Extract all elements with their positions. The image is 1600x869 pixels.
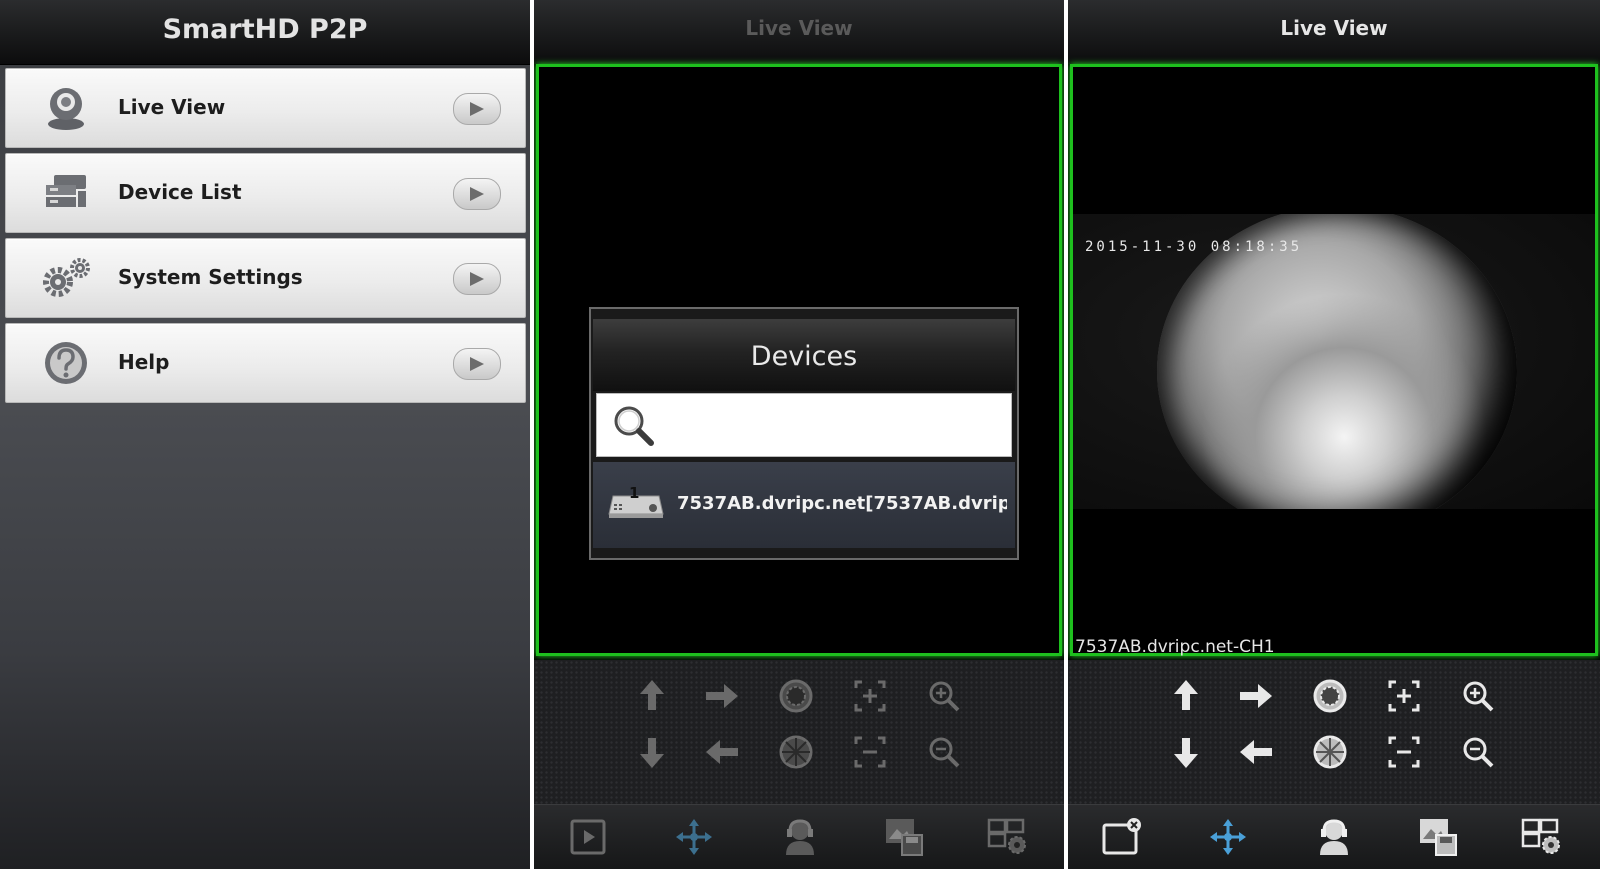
focus-in-icon[interactable] [1384, 676, 1424, 716]
menu-item-label: Device List [118, 180, 242, 204]
dvr-device-icon: 1 [608, 486, 664, 518]
camera-feed[interactable]: 2015-11-30 08:18:35 [1073, 214, 1595, 509]
iris-close-icon[interactable] [776, 732, 816, 772]
focus-out-icon[interactable] [1384, 732, 1424, 772]
webcam-icon [42, 84, 90, 132]
ptz-control-pad [1068, 660, 1600, 805]
zoom-out-icon[interactable] [924, 732, 964, 772]
arrow-left-icon[interactable] [702, 732, 742, 772]
zoom-in-icon[interactable] [1458, 676, 1498, 716]
dialog-header: Devices [593, 319, 1015, 391]
live-view-device-picker-screen: Live View Devices 1 7537AB.dvripc.net[75… [534, 0, 1064, 869]
layout-settings-icon[interactable] [1520, 817, 1564, 857]
menu-item-live-view[interactable]: Live View [5, 68, 526, 148]
main-menu: Live View Device List System Settings He… [5, 68, 526, 408]
screen-title: Live View [745, 16, 853, 40]
arrow-right-icon[interactable] [702, 676, 742, 716]
zoom-in-icon[interactable] [924, 676, 964, 716]
ptz-move-icon[interactable] [672, 817, 716, 857]
fisheye-camera-image [1157, 214, 1517, 509]
talk-icon[interactable] [778, 817, 822, 857]
device-badge: 1 [629, 486, 639, 502]
menu-item-help[interactable]: Help [5, 323, 526, 403]
device-search-input[interactable] [667, 406, 1005, 444]
menu-item-system-settings[interactable]: System Settings [5, 238, 526, 318]
iris-close-icon[interactable] [1310, 732, 1350, 772]
arrow-left-icon[interactable] [1236, 732, 1276, 772]
arrow-down-icon[interactable] [632, 732, 672, 772]
chevron-right-icon [453, 263, 501, 295]
arrow-down-icon[interactable] [1166, 732, 1206, 772]
layout-settings-icon[interactable] [986, 817, 1030, 857]
bottom-toolbar [534, 804, 1064, 869]
ptz-move-icon[interactable] [1206, 817, 1250, 857]
chevron-right-icon [453, 178, 501, 210]
arrow-up-icon[interactable] [632, 676, 672, 716]
help-icon [42, 339, 90, 387]
iris-open-icon[interactable] [776, 676, 816, 716]
bottom-toolbar [1068, 804, 1600, 869]
live-view-stream-screen: Live View 2015-11-30 08:18:35 7537AB.dvr… [1068, 0, 1600, 869]
main-menu-screen: SmartHD P2P Live View Device List System… [0, 0, 530, 869]
talk-icon[interactable] [1312, 817, 1356, 857]
channel-name: 7537AB.dvripc.net-CH1 [1075, 637, 1275, 657]
screen-title: Live View [1280, 16, 1388, 40]
dialog-title: Devices [750, 341, 858, 372]
iris-open-icon[interactable] [1310, 676, 1350, 716]
device-search-box[interactable] [596, 393, 1012, 457]
video-window[interactable]: Devices 1 7537AB.dvripc.net[7537AB.dvrip [536, 64, 1062, 656]
device-name: 7537AB.dvripc.net[7537AB.dvripc.... [677, 493, 1007, 514]
device-list-item[interactable]: 1 7537AB.dvripc.net[7537AB.dvripc.... [593, 462, 1015, 548]
video-timestamp: 2015-11-30 08:18:35 [1085, 239, 1303, 255]
snapshot-icon[interactable] [882, 817, 926, 857]
header-bar: Live View [1068, 0, 1600, 65]
device-list-icon [42, 169, 90, 217]
chevron-right-icon [453, 348, 501, 380]
menu-item-label: Help [118, 350, 170, 374]
zoom-out-icon[interactable] [1458, 732, 1498, 772]
focus-out-icon[interactable] [850, 732, 890, 772]
arrow-right-icon[interactable] [1236, 676, 1276, 716]
header-bar: Live View [534, 0, 1064, 65]
gears-icon [42, 254, 90, 302]
menu-item-label: Live View [118, 95, 226, 119]
focus-in-icon[interactable] [850, 676, 890, 716]
play-icon[interactable] [566, 817, 610, 857]
search-icon [614, 406, 654, 446]
ptz-control-pad [534, 660, 1064, 805]
menu-item-device-list[interactable]: Device List [5, 153, 526, 233]
snapshot-icon[interactable] [1416, 817, 1460, 857]
arrow-up-icon[interactable] [1166, 676, 1206, 716]
header-bar: SmartHD P2P [0, 0, 530, 65]
menu-item-label: System Settings [118, 265, 303, 289]
close-view-icon[interactable] [1100, 817, 1144, 857]
chevron-right-icon [453, 93, 501, 125]
video-window[interactable]: 2015-11-30 08:18:35 7537AB.dvripc.net-CH… [1070, 64, 1598, 657]
devices-dialog: Devices 1 7537AB.dvripc.net[7537AB.dvrip [589, 307, 1019, 560]
app-title: SmartHD P2P [162, 14, 368, 45]
